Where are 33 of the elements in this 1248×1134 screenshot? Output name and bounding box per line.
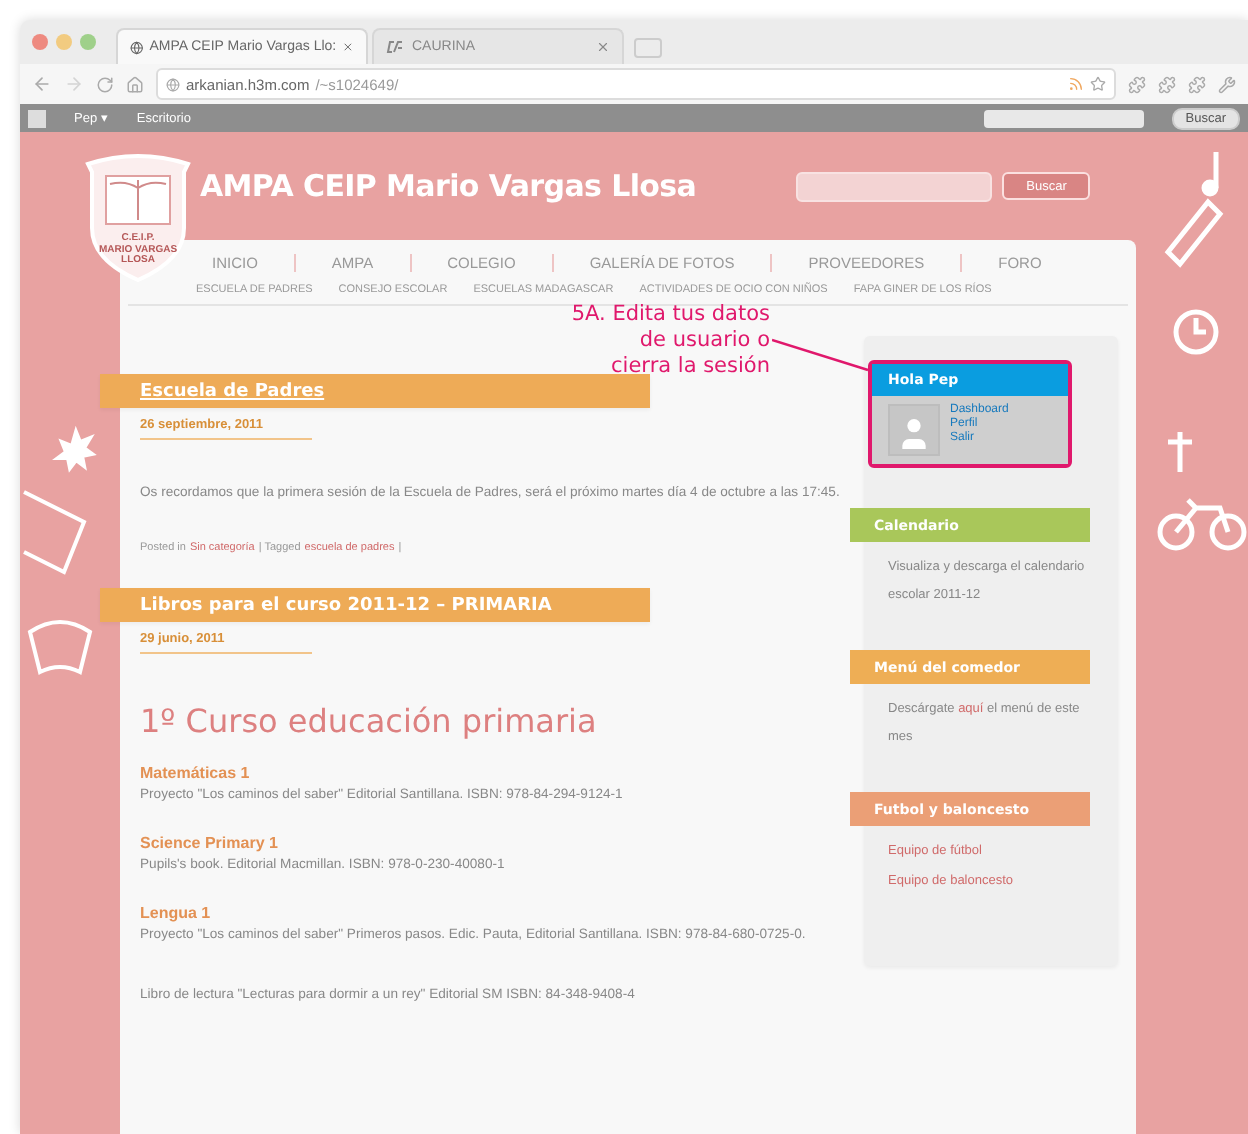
post-heading: 1º Curso educación primaria [140,702,599,740]
back-icon[interactable] [32,74,52,94]
section-title: Matemáticas 1 [140,764,252,782]
post-title[interactable]: Libros para el curso 2011-12 – PRIMARIA [140,595,552,615]
rss-icon[interactable] [1068,76,1084,92]
extension-icon[interactable] [1188,75,1206,93]
minimize-light[interactable] [56,34,72,50]
star-icon[interactable] [1090,76,1106,92]
globe-icon [130,39,144,55]
settings-icon[interactable] [1218,75,1236,93]
annotation-text: de usuario o [639,328,770,352]
new-tab-button[interactable] [634,38,662,58]
site-title[interactable]: AMPA CEIP Mario Vargas Llosa [200,168,697,204]
logo-icon [386,40,406,54]
reload-icon[interactable] [96,75,114,93]
search-field[interactable] [983,109,1144,127]
forward-icon[interactable] [64,74,84,94]
extension-icon[interactable] [1128,75,1146,93]
close-icon[interactable] [596,40,610,54]
post-title[interactable]: Escuela de Padres [140,381,325,401]
search-field[interactable] [796,171,993,201]
close-light[interactable] [32,34,48,50]
globe-icon [166,77,180,91]
home-icon[interactable] [126,75,144,93]
avatar-icon [28,109,46,127]
avatar-icon [888,404,940,456]
section-title: Science Primary 1 [140,834,280,852]
close-icon[interactable] [342,40,354,54]
annotation-text: 5A. Edita tus datos [571,302,770,326]
annotation-text: cierra la sesión [611,354,770,378]
section-title: Lengua 1 [140,904,213,922]
extension-icon[interactable] [1158,75,1176,93]
zoom-light[interactable] [80,34,96,50]
